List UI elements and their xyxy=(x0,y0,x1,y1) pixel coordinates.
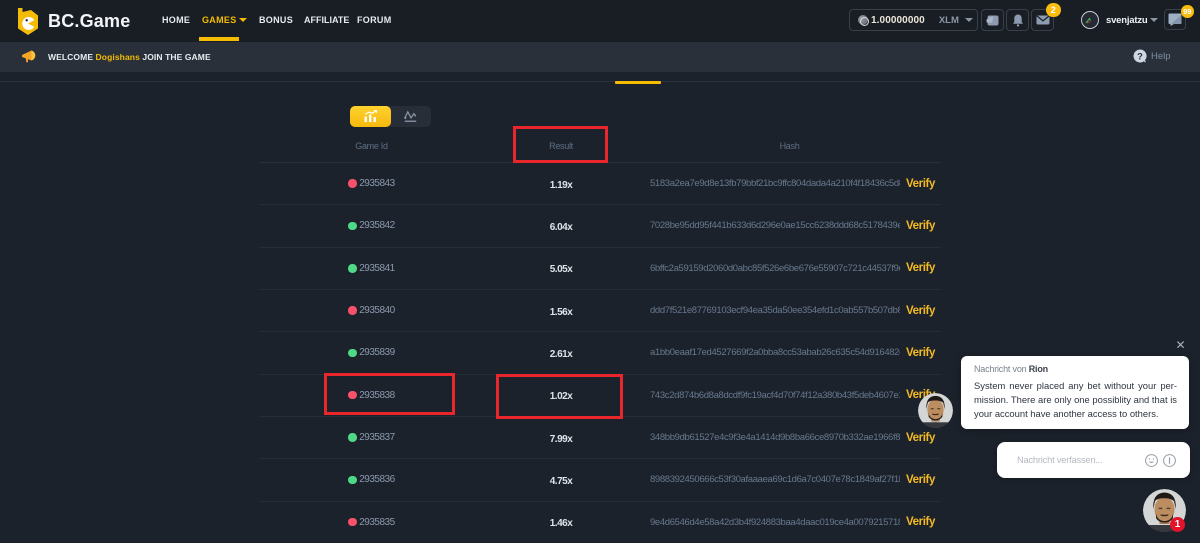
svg-text:?: ? xyxy=(1137,51,1143,61)
